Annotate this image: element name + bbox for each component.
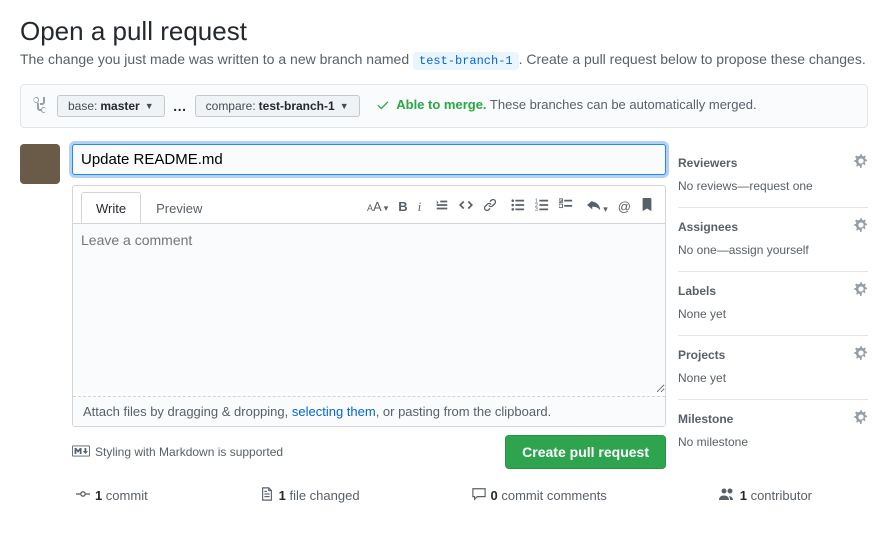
comment-icon: [472, 487, 486, 504]
italic-icon[interactable]: i: [418, 199, 422, 215]
sidebar-assignees: Assignees No one—assign yourself: [678, 208, 868, 272]
comment-editor: Write Preview AA▾ B i: [72, 185, 666, 427]
bookmark-icon[interactable]: [641, 198, 653, 215]
compare-icon: [33, 97, 49, 116]
user-avatar[interactable]: [20, 144, 60, 184]
gear-icon[interactable]: [854, 154, 868, 171]
stat-contributors[interactable]: 1 contributor: [719, 487, 812, 504]
task-list-icon[interactable]: [559, 198, 573, 215]
caret-down-icon: ▼: [340, 101, 349, 111]
gear-icon[interactable]: [854, 410, 868, 427]
sidebar-projects: Projects None yet: [678, 336, 868, 400]
editor-toolbar: AA▾ B i: [367, 198, 657, 217]
base-branch-selector[interactable]: base: master▼: [57, 95, 165, 117]
text-size-icon[interactable]: AA▾: [367, 199, 388, 214]
page-subheading: The change you just made was written to …: [20, 51, 868, 68]
pr-title-input[interactable]: [72, 144, 666, 175]
people-icon: [719, 487, 735, 504]
tab-preview[interactable]: Preview: [141, 192, 217, 224]
branch-compare-bar: base: master▼ … compare: test-branch-1▼ …: [20, 84, 868, 128]
caret-down-icon: ▼: [145, 101, 154, 111]
markdown-icon: [72, 445, 90, 460]
ordered-list-icon[interactable]: 123: [535, 198, 549, 215]
svg-text:3: 3: [535, 207, 538, 212]
stat-comments[interactable]: 0 commit comments: [472, 487, 607, 504]
new-branch-name: test-branch-1: [413, 52, 519, 70]
gear-icon[interactable]: [854, 282, 868, 299]
tab-write[interactable]: Write: [81, 192, 141, 224]
code-icon[interactable]: [459, 198, 473, 215]
compare-branch-selector[interactable]: compare: test-branch-1▼: [195, 95, 360, 117]
sidebar-milestone: Milestone No milestone: [678, 400, 868, 463]
markdown-hint[interactable]: Styling with Markdown is supported: [72, 445, 283, 460]
gear-icon[interactable]: [854, 218, 868, 235]
attach-hint[interactable]: Attach files by dragging & dropping, sel…: [73, 396, 665, 426]
commits-icon: [76, 487, 90, 504]
gear-icon[interactable]: [854, 346, 868, 363]
assign-yourself-link[interactable]: assign yourself: [729, 243, 809, 257]
stats-bar: 1 commit 1 file changed 0 commit comment…: [20, 469, 868, 506]
quote-icon[interactable]: [435, 198, 449, 215]
mention-icon[interactable]: @: [618, 199, 631, 214]
check-icon: [376, 98, 390, 115]
page-title: Open a pull request: [20, 16, 868, 47]
merge-status: Able to merge. These branches can be aut…: [376, 97, 757, 114]
select-files-link[interactable]: selecting them: [292, 404, 376, 419]
files-icon: [260, 487, 274, 504]
create-pr-button[interactable]: Create pull request: [505, 435, 666, 469]
reply-icon[interactable]: ▾: [587, 198, 608, 215]
comment-textarea[interactable]: [73, 223, 665, 393]
unordered-list-icon[interactable]: [511, 198, 525, 215]
sidebar-reviewers: Reviewers No reviews—request one: [678, 144, 868, 208]
link-icon[interactable]: [483, 198, 497, 215]
stat-files[interactable]: 1 file changed: [260, 487, 360, 504]
bold-icon[interactable]: B: [398, 199, 407, 214]
sidebar-labels: Labels None yet: [678, 272, 868, 336]
stat-commits[interactable]: 1 commit: [76, 487, 148, 504]
ellipsis-icon: …: [173, 98, 187, 114]
